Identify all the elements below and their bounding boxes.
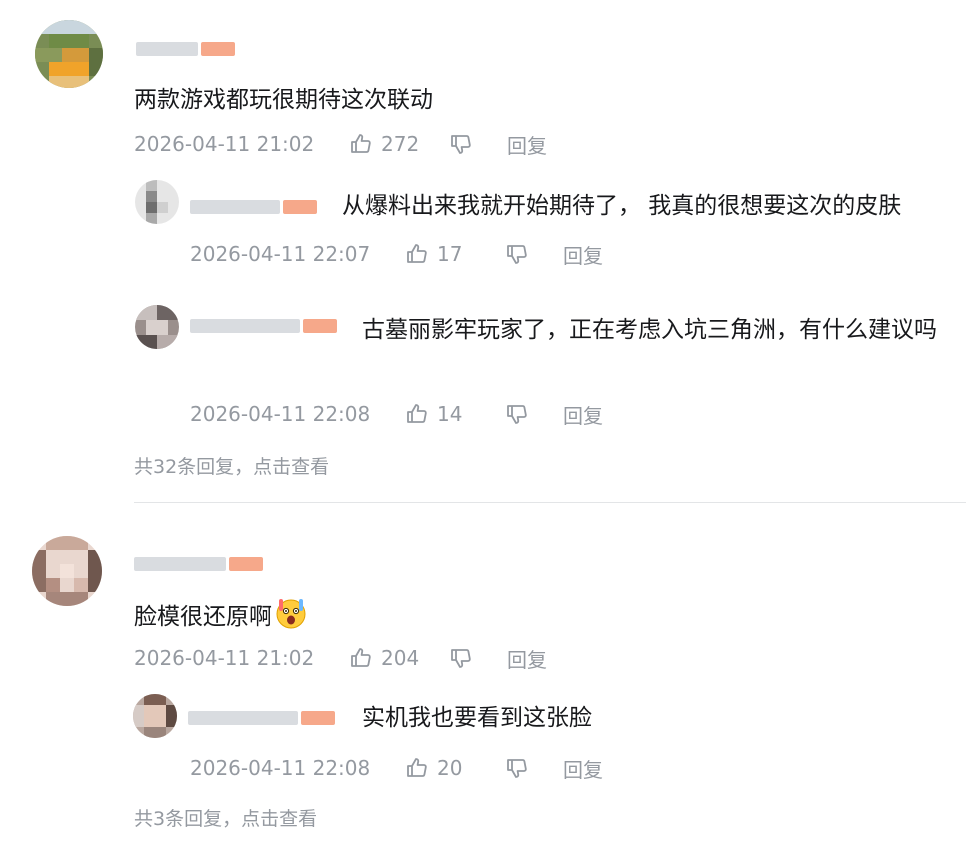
view-more-replies-link[interactable]: 共3条回复，点击查看 [134,804,317,831]
reply-meta: 2026-04-11 22:08 20 回复 [190,754,603,782]
comment-time: 2026-04-11 21:02 [134,646,315,670]
username-blurred[interactable] [134,555,263,573]
reply-button[interactable]: 回复 [507,130,547,159]
thumbs-up-icon [407,404,427,423]
reply-avatar[interactable] [135,180,179,224]
dislike-button[interactable] [449,132,507,156]
comment-time: 2026-04-11 21:02 [134,132,315,156]
thumbs-down-icon [451,135,471,154]
user-badge [283,200,317,214]
thumbs-down-icon [507,245,527,264]
reply-button[interactable]: 回复 [563,400,603,429]
reply-text: 从爆料出来我就开始期待了， 我真的很想要这次的皮肤 [342,193,902,219]
like-button[interactable]: 17 [405,242,505,266]
like-button[interactable]: 20 [405,756,505,780]
thumbs-down-icon [507,759,527,778]
thumbs-up-icon [351,134,371,153]
like-count: 20 [437,756,463,780]
dislike-button[interactable] [505,402,563,426]
comment-meta: 2026-04-11 21:02 272 回复 [134,130,547,158]
like-count: 272 [381,132,420,156]
thumbs-down-icon [507,405,527,424]
dislike-button[interactable] [505,242,563,266]
reply-avatar[interactable] [133,694,177,738]
reply-text: 实机我也要看到这张脸 [362,705,592,731]
dislike-button[interactable] [505,756,563,780]
reply-username-blurred[interactable] [188,709,335,727]
reply-avatar[interactable] [135,305,179,349]
reply-time: 2026-04-11 22:07 [190,242,371,266]
like-button[interactable]: 204 [349,646,449,670]
thumbs-up-icon [407,758,427,777]
like-count: 17 [437,242,463,266]
thumbs-up-icon [351,648,371,667]
avatar[interactable] [35,20,103,88]
shocked-emoji-icon [276,599,306,629]
thumbs-up-icon [407,244,427,263]
view-more-replies-link[interactable]: 共32条回复，点击查看 [134,452,329,479]
user-badge [301,711,335,725]
like-count: 14 [437,402,463,426]
like-button[interactable]: 272 [349,132,449,156]
reply-username-blurred[interactable] [190,198,317,216]
reply-meta: 2026-04-11 22:08 14 回复 [190,400,603,428]
like-button[interactable]: 14 [405,402,505,426]
reply-button[interactable]: 回复 [563,240,603,269]
reply-meta: 2026-04-11 22:07 17 回复 [190,240,603,268]
comment-text: 脸模很还原啊 [134,596,308,633]
dislike-button[interactable] [449,646,507,670]
user-badge [201,42,235,56]
comment-divider [134,502,966,503]
comment-text: 两款游戏都玩很期待这次联动 [134,87,433,113]
reply-button[interactable]: 回复 [563,754,603,783]
avatar[interactable] [32,536,102,606]
reply-text: 古墓丽影牢玩家了，正在考虑入坑三角洲，有什么建议吗 [362,317,937,343]
reply-button[interactable]: 回复 [507,644,547,673]
username-blurred[interactable] [136,40,235,58]
user-badge [229,557,263,571]
like-count: 204 [381,646,420,670]
reply-time: 2026-04-11 22:08 [190,402,371,426]
thumbs-down-icon [451,649,471,668]
comment-text-content: 脸模很还原啊 [134,604,272,630]
reply-time: 2026-04-11 22:08 [190,756,371,780]
comment-meta: 2026-04-11 21:02 204 回复 [134,644,547,672]
